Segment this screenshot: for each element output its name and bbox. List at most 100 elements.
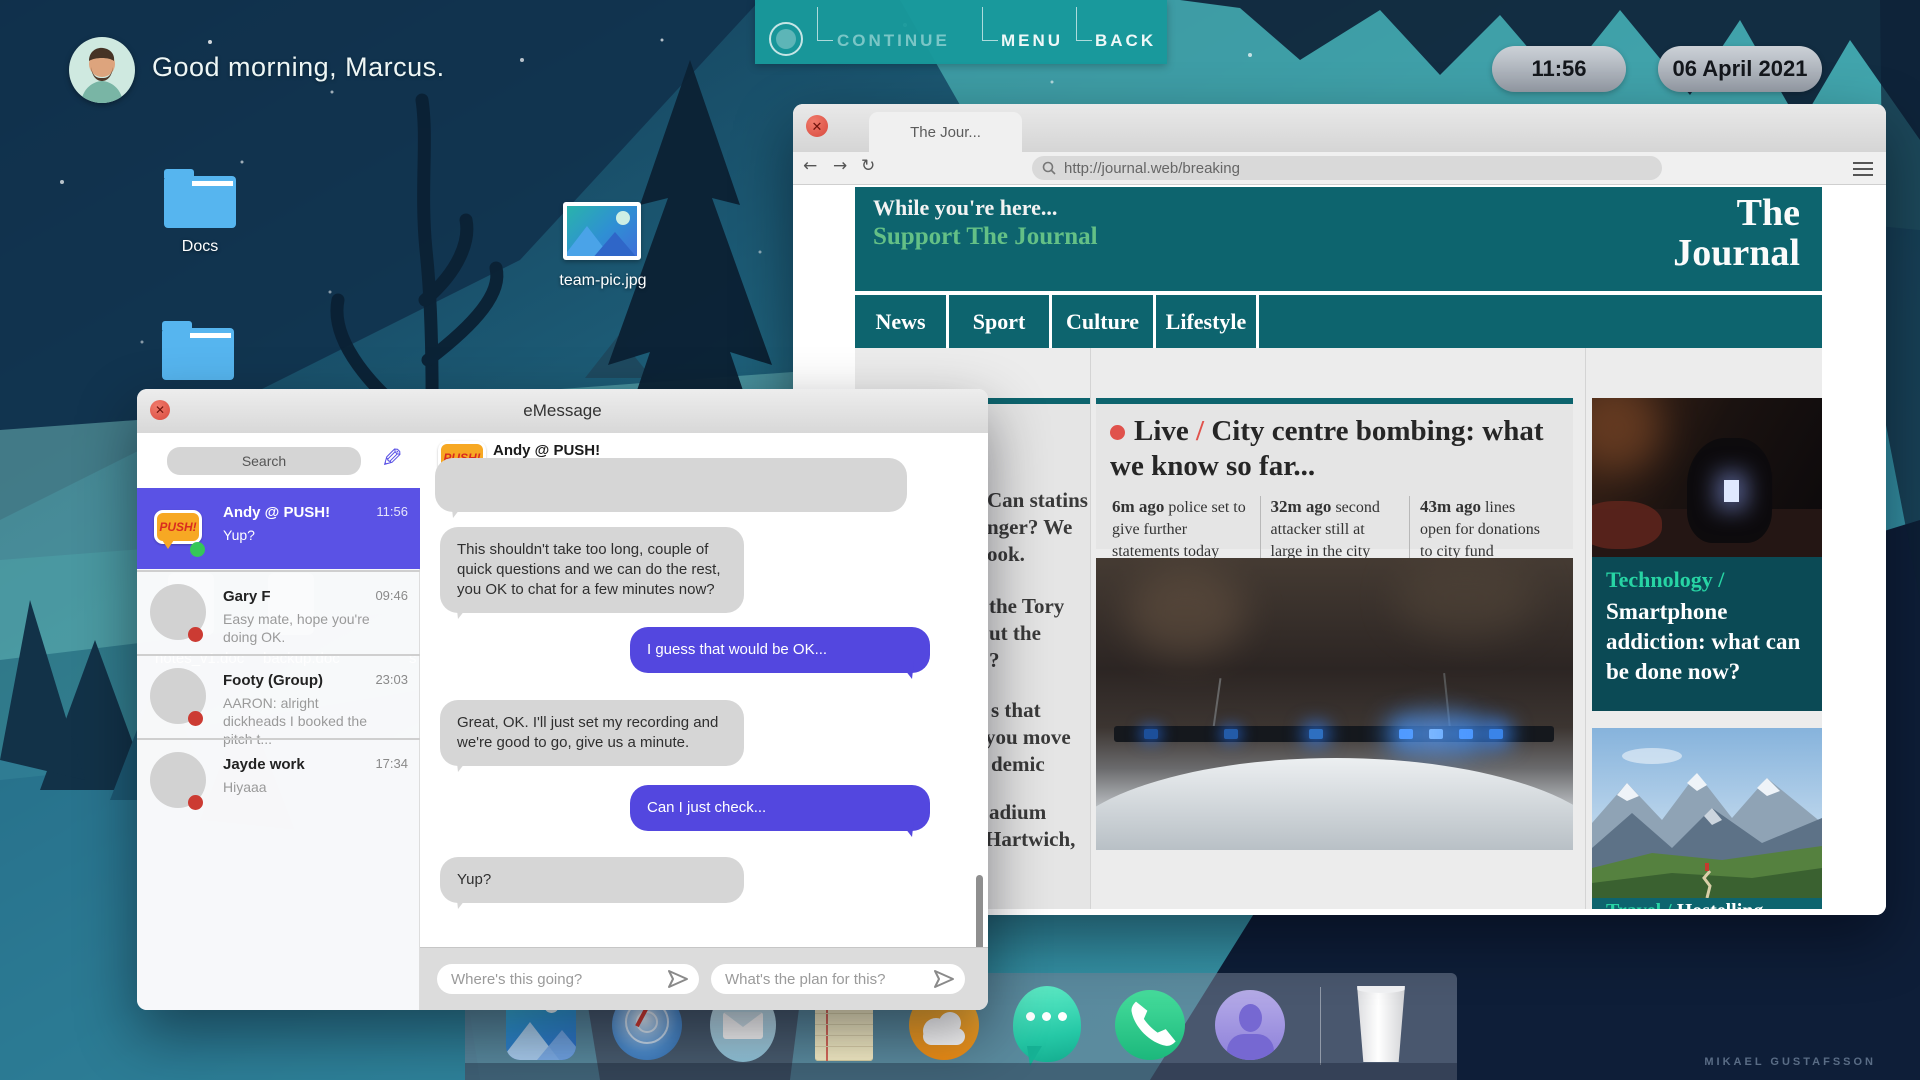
travel-article-card[interactable]: Travel / Hostelling xyxy=(1592,898,1822,909)
url-text: http://journal.web/breaking xyxy=(1064,160,1240,177)
user-avatar[interactable] xyxy=(69,37,135,103)
compose-pencil-icon[interactable]: ✎ xyxy=(381,443,403,474)
update-item[interactable]: 43m ago lines open for donations to city… xyxy=(1409,496,1559,563)
browser-tab[interactable]: The Jour... xyxy=(869,112,1022,152)
team-pic-file-label: team-pic.jpg xyxy=(553,272,653,290)
nav-sport[interactable]: Sport xyxy=(949,295,1049,348)
window-title: eMessage xyxy=(137,401,988,421)
technology-article-card[interactable]: Technology / Smartphone addiction: what … xyxy=(1592,557,1822,711)
live-label: Live xyxy=(1134,415,1189,447)
contact-avatar xyxy=(150,668,206,724)
chat-scrollbar[interactable] xyxy=(976,875,983,955)
reload-icon[interactable]: ↻ xyxy=(861,156,875,176)
technology-headline: Smartphone addiction: what can be done n… xyxy=(1606,597,1808,687)
menu-button[interactable]: MENU xyxy=(1001,31,1063,51)
tick-line xyxy=(817,7,833,41)
conversation-jayde[interactable]: Jayde work 17:34 Hiyaaa xyxy=(137,740,420,821)
game-record-icon xyxy=(769,22,803,56)
hamburger-menu-icon[interactable] xyxy=(1853,158,1873,180)
message-input-bar xyxy=(420,947,988,1010)
push-logo: PUSH! xyxy=(159,520,196,534)
article-fragment: ? xyxy=(989,648,1000,673)
push-avatar: PUSH! xyxy=(150,500,206,556)
phone-app-icon[interactable] xyxy=(1115,990,1185,1060)
journal-body: Can statins nger? We ook. the Tory ut th… xyxy=(855,348,1822,909)
contacts-app-icon[interactable] xyxy=(1215,990,1285,1060)
article-fragment: Hartwich, xyxy=(985,827,1075,852)
send-icon[interactable] xyxy=(666,968,690,990)
url-bar[interactable]: http://journal.web/breaking xyxy=(1032,156,1662,180)
message-input-1[interactable] xyxy=(437,964,699,994)
docs-folder-label: Docs xyxy=(164,238,236,256)
support-link[interactable]: Support The Journal xyxy=(873,223,1098,251)
travel-headline: Hostelling xyxy=(1677,900,1764,909)
message-bubble-received: Yup? xyxy=(440,857,744,903)
article-fragment: ook. xyxy=(987,542,1025,567)
send-icon[interactable] xyxy=(932,968,956,990)
docs-folder-icon[interactable] xyxy=(164,176,236,228)
close-icon[interactable]: ✕ xyxy=(806,115,828,137)
live-story-card[interactable]: Live / City centre bombing: what we know… xyxy=(1096,398,1573,549)
mountains-article-photo[interactable] xyxy=(1592,728,1822,898)
message-bubble-sent: Can I just check... xyxy=(630,785,930,831)
column-divider xyxy=(1585,348,1586,909)
article-fragment: ut the xyxy=(989,621,1041,646)
conversation-footy[interactable]: Footy (Group) 23:03 AARON: alright dickh… xyxy=(137,656,420,737)
emessage-titlebar[interactable]: ✕ eMessage xyxy=(137,389,988,434)
message-bubble-received: This shouldn't take too long, couple of … xyxy=(440,527,744,613)
journal-masthead[interactable]: The Journal xyxy=(1673,193,1800,273)
browser-navbar: ← → ↻ http://journal.web/breaking xyxy=(793,152,1886,185)
messages-app-icon[interactable] xyxy=(1013,986,1081,1062)
nav-lifestyle[interactable]: Lifestyle xyxy=(1156,295,1256,348)
article-fragment: adium xyxy=(989,800,1046,825)
article-fragment: demic xyxy=(991,752,1045,777)
conversation-andy[interactable]: PUSH! Andy @ PUSH! 11:56 Yup? xyxy=(137,488,420,569)
avatar-illustration xyxy=(69,37,135,103)
chat-thread: This shouldn't take too long, couple of … xyxy=(420,488,988,947)
message-input-2[interactable] xyxy=(711,964,965,994)
dock-separator xyxy=(1320,987,1321,1065)
second-folder-icon[interactable] xyxy=(162,328,234,380)
masthead-line1: The xyxy=(1673,193,1800,233)
dock-lip xyxy=(465,1063,1457,1080)
smartphone-article-photo[interactable] xyxy=(1592,398,1822,557)
forward-icon[interactable]: → xyxy=(833,156,847,176)
update-item[interactable]: 6m ago police set to give further statem… xyxy=(1110,496,1260,563)
update-time: 6m ago xyxy=(1112,497,1164,516)
tick-line xyxy=(982,7,998,41)
masthead-line2: Journal xyxy=(1673,233,1800,273)
continue-button[interactable]: CONTINUE xyxy=(837,31,950,51)
car-roof xyxy=(1096,758,1573,850)
search-input[interactable] xyxy=(167,447,361,475)
article-fragment: nger? We xyxy=(987,515,1072,540)
conversation-list: notes_v1.doc backup.doc s PUSH! Andy @ P… xyxy=(137,488,420,1010)
live-updates: 6m ago police set to give further statem… xyxy=(1110,496,1559,563)
conversation-gary[interactable]: Gary F 09:46 Easy mate, hope you're doin… xyxy=(137,572,420,653)
update-item[interactable]: 32m ago second attacker still at large i… xyxy=(1260,496,1410,563)
unread-dot xyxy=(188,795,203,810)
back-button[interactable]: BACK xyxy=(1095,31,1156,51)
update-time: 32m ago xyxy=(1271,497,1332,516)
nav-news[interactable]: News xyxy=(855,295,946,348)
trash-icon[interactable] xyxy=(1355,986,1407,1062)
conversation-name: Jayde work xyxy=(223,756,305,773)
live-slash: / xyxy=(1196,415,1204,447)
chat-contact-name: Andy @ PUSH! xyxy=(493,442,600,459)
police-car-photo[interactable] xyxy=(1096,558,1573,850)
unread-dot xyxy=(188,711,203,726)
conversation-name: Gary F xyxy=(223,588,271,605)
conversation-time: 17:34 xyxy=(375,756,408,771)
support-line: While you're here... xyxy=(873,195,1057,221)
back-icon[interactable]: ← xyxy=(803,156,817,176)
team-pic-file-icon[interactable] xyxy=(563,202,641,260)
browser-titlebar[interactable]: ✕ The Jour... xyxy=(793,104,1886,152)
message-bubble-sent: I guess that would be OK... xyxy=(630,627,930,673)
search-icon xyxy=(1042,161,1056,175)
travel-kicker: Travel / xyxy=(1606,900,1672,909)
conversation-time: 11:56 xyxy=(376,504,408,519)
wallpaper-credit: MIKAEL GUSTAFSSON xyxy=(1704,1056,1876,1068)
game-overlay-menu: CONTINUE MENU BACK xyxy=(755,0,1167,64)
nav-culture[interactable]: Culture xyxy=(1052,295,1153,348)
journal-header: While you're here... Support The Journal… xyxy=(855,187,1822,291)
image-thumbnail xyxy=(567,206,637,256)
